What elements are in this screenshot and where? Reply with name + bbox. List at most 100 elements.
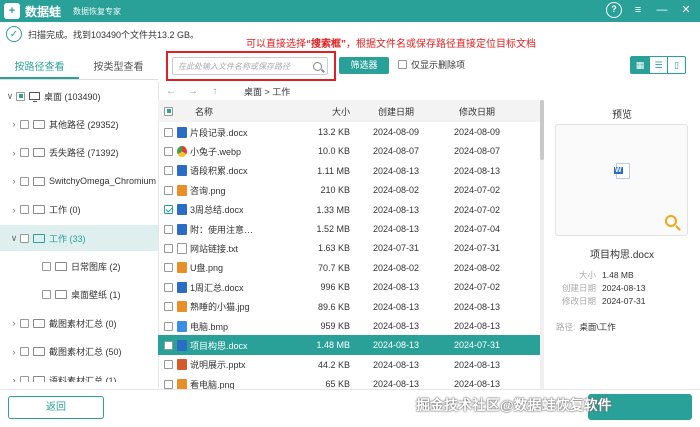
only-deleted-toggle[interactable]: 仅显示删除项 [398, 58, 465, 71]
chevron-right-icon[interactable]: › [8, 375, 20, 382]
table-row[interactable]: 咨询.png 210 KB 2024-08-02 2024-07-02 [158, 180, 540, 200]
tree-item[interactable]: › 语料素材汇总 (1) [0, 367, 158, 382]
chevron-right-icon[interactable]: › [8, 119, 20, 129]
back-arrow-icon[interactable]: ← [160, 86, 182, 97]
tree-item[interactable]: 日常图库 (2) [0, 253, 158, 279]
row-checkbox[interactable] [164, 243, 173, 253]
row-checkbox[interactable] [164, 379, 173, 389]
tree-item[interactable]: › SwitchyOmega_Chromium [0, 168, 158, 194]
close-icon[interactable]: ✕ [678, 2, 694, 18]
row-checkbox[interactable] [164, 263, 173, 273]
row-checkbox[interactable] [164, 302, 173, 312]
menu-icon[interactable]: ≡ [630, 2, 646, 18]
table-row[interactable]: 片段记录.docx 13.2 KB 2024-08-09 2024-08-09 [158, 122, 540, 142]
tree-item-checkbox[interactable] [20, 318, 29, 328]
row-checkbox[interactable] [164, 360, 173, 370]
table-row[interactable]: 熟睡的小猫.jpg 89.6 KB 2024-08-13 2024-08-13 [158, 297, 540, 317]
search-icon[interactable] [313, 61, 322, 71]
app-name: 数据蛙 [25, 4, 62, 19]
tree-item-checkbox[interactable] [20, 119, 29, 129]
tree-item[interactable]: › 其他路径 (29352) [0, 111, 158, 137]
file-size: 210 KB [320, 185, 350, 196]
table-row[interactable]: 项目构思.docx 1.48 MB 2024-08-13 2024-07-31 [158, 335, 540, 356]
doc-file-icon [177, 281, 187, 293]
column-header-name[interactable]: 名称 [195, 105, 213, 118]
tab-by-type[interactable]: 按类型查看 [79, 58, 158, 79]
file-size: 959 KB [320, 321, 350, 331]
list-view-icon[interactable]: ☰ [649, 57, 667, 73]
table-row[interactable]: 1周汇总.docx 996 KB 2024-08-13 2024-07-02 [158, 277, 540, 297]
tree-item-checkbox[interactable] [20, 375, 29, 382]
check-circle-icon: ✓ [6, 26, 22, 42]
tree-item-checkbox[interactable] [20, 148, 29, 158]
table-row[interactable]: 小兔子.webp 10.0 KB 2024-08-07 2024-08-07 [158, 141, 540, 161]
chevron-right-icon[interactable]: › [8, 347, 20, 357]
table-row[interactable]: 说明展示.pptx 44.2 KB 2024-08-13 2024-08-13 [158, 355, 540, 375]
chevron-down-icon[interactable]: ∨ [4, 91, 16, 102]
minimize-icon[interactable]: — [654, 2, 670, 18]
tree-item-checkbox[interactable] [20, 347, 29, 357]
tree-item-checkbox[interactable] [20, 176, 29, 186]
table-row[interactable]: 网站链接.txt 1.63 KB 2024-07-31 2024-07-31 [158, 238, 540, 258]
file-name: 熟睡的小猫.jpg [190, 302, 250, 313]
table-row[interactable]: 附：使用注意… 1.52 MB 2024-08-13 2024-07-04 [158, 219, 540, 239]
chevron-right-icon[interactable]: › [8, 318, 20, 328]
row-checkbox[interactable] [164, 282, 173, 292]
chevron-down-icon[interactable]: ∨ [8, 233, 20, 244]
tree-item-checkbox[interactable] [16, 91, 25, 101]
tree-item-checkbox[interactable] [20, 205, 29, 215]
folder-icon [33, 347, 45, 357]
row-checkbox[interactable] [164, 146, 173, 156]
folder-tree: ∨ 桌面 (103490) › 其他路径 (29352) › 丢失路径 (71392) › S… [0, 82, 158, 382]
back-button[interactable]: 返回 [8, 396, 104, 419]
tree-item[interactable]: › 截图素材汇总 (0) [0, 310, 158, 336]
tree-item[interactable]: 桌面壁纸 (1) [0, 282, 158, 308]
up-arrow-icon[interactable]: ↑ [204, 86, 226, 97]
row-checkbox[interactable] [164, 224, 173, 234]
file-list-scrollbar[interactable] [540, 100, 544, 390]
view-tabs: 按路径查看 按类型查看 [0, 58, 158, 80]
tree-item[interactable]: › 截图素材汇总 (50) [0, 339, 158, 365]
detail-view-icon[interactable]: ▯ [667, 57, 685, 73]
tree-item-label: 桌面壁纸 (1) [71, 290, 121, 301]
row-checkbox[interactable] [164, 166, 173, 176]
zoom-magnifier-icon[interactable] [665, 215, 677, 227]
row-checkbox[interactable] [164, 205, 173, 215]
column-header-modified[interactable]: 修改日期 [442, 105, 512, 118]
scrollbar-thumb[interactable] [540, 100, 544, 160]
row-checkbox[interactable] [164, 127, 173, 137]
file-created-date: 2024-08-07 [372, 146, 420, 157]
tree-item-checkbox[interactable] [42, 261, 51, 271]
tree-item[interactable]: › 丢失路径 (71392) [0, 140, 158, 166]
tab-by-path[interactable]: 按路径查看 [0, 58, 79, 79]
column-header-created[interactable]: 创建日期 [350, 105, 442, 118]
table-row[interactable]: 看电脑.png 65 KB 2024-08-13 2024-08-13 [158, 374, 540, 390]
preview-size-value: 1.48 MB [602, 269, 634, 280]
chevron-right-icon[interactable]: › [8, 148, 20, 158]
filter-button[interactable]: 筛选器 [339, 57, 389, 74]
search-input[interactable]: 在此处输入文件名称或保存路径 [172, 57, 328, 75]
tree-item[interactable]: ∨ 桌面 (103490) [0, 83, 158, 109]
row-checkbox[interactable] [164, 185, 173, 195]
row-checkbox[interactable] [164, 321, 173, 331]
grid-view-icon[interactable]: ▦ [631, 57, 649, 73]
table-row[interactable]: U盘.png 70.7 KB 2024-08-02 2024-08-02 [158, 258, 540, 278]
tree-item-checkbox[interactable] [42, 290, 51, 300]
help-icon[interactable]: ? [606, 2, 622, 18]
table-row[interactable]: 语段积累.docx 1.11 MB 2024-08-13 2024-08-13 [158, 161, 540, 181]
preview-filename: 项目构思.docx [590, 250, 654, 261]
chevron-right-icon[interactable]: › [8, 176, 20, 186]
table-row[interactable]: 电脑.bmp 959 KB 2024-08-13 2024-08-13 [158, 316, 540, 336]
file-created-date: 2024-08-13 [372, 321, 420, 331]
tree-item[interactable]: › 工作 (0) [0, 197, 158, 223]
row-checkbox[interactable] [164, 340, 173, 350]
select-all-checkbox[interactable] [164, 106, 173, 116]
chevron-right-icon[interactable]: › [8, 205, 20, 215]
tree-item-checkbox[interactable] [20, 233, 29, 243]
column-header-size[interactable]: 大小 [298, 105, 350, 118]
file-created-date: 2024-08-13 [372, 204, 420, 215]
table-row[interactable]: 3周总结.docx 1.33 MB 2024-08-13 2024-07-02 [158, 200, 540, 220]
only-deleted-checkbox[interactable] [398, 60, 407, 69]
tree-item[interactable]: ∨ 工作 (33) [0, 225, 158, 251]
forward-arrow-icon[interactable]: → [182, 86, 204, 97]
